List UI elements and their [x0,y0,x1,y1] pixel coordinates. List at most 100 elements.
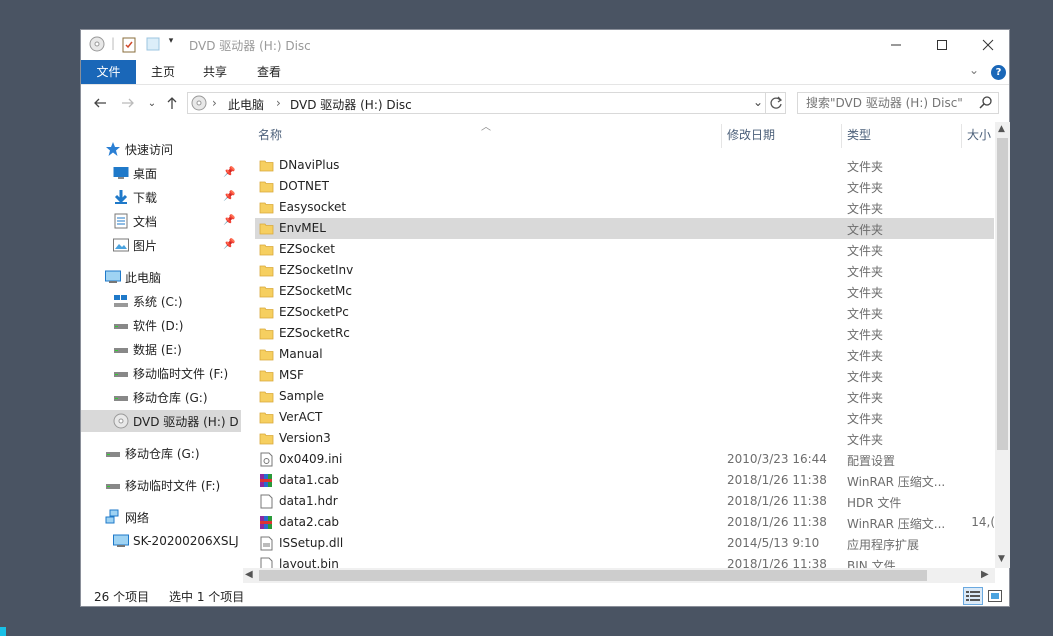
maximize-button[interactable] [919,30,965,60]
dvd-drive-icon[interactable] [89,36,105,52]
nav-drive-g[interactable]: 移动仓库 (G:) [81,386,241,408]
file-row[interactable]: EZSocketMc 文件夹 [255,281,994,302]
file-row[interactable]: EnvMEL 文件夹 [255,218,994,239]
minimize-button[interactable] [873,30,919,60]
file-type: 文件夹 [847,265,884,279]
pin-icon[interactable]: 📌 [223,167,235,178]
scroll-left-icon[interactable]: ◀ [245,569,253,580]
file-row[interactable]: EZSocketRc 文件夹 [255,323,994,344]
tab-home[interactable]: 主页 [139,60,187,84]
file-name: VerACT [279,410,323,424]
column-header-date[interactable]: 修改日期 [727,126,775,146]
nav-label: 数据 (E:) [133,342,182,357]
details-view-button[interactable] [963,587,983,605]
nav-drive-h[interactable]: DVD 驱动器 (H:) D [81,410,241,432]
chevron-down-icon[interactable]: ▾ [165,36,177,46]
tab-share[interactable]: 共享 [191,60,239,84]
file-name: DNaviPlus [279,158,340,172]
file-row[interactable]: Manual 文件夹 [255,344,994,365]
column-divider[interactable] [961,124,962,148]
scroll-right-icon[interactable]: ▶ [981,569,989,580]
folder-icon [259,242,274,257]
search-icon[interactable] [979,95,993,114]
nav-network[interactable]: 网络 [81,506,241,528]
up-button[interactable] [163,93,181,113]
nav-this-pc[interactable]: 此电脑 [81,266,241,288]
new-folder-icon[interactable] [145,36,161,52]
folder-icon [259,179,274,194]
nav-quick-access[interactable]: 快速访问 [81,138,241,160]
file-row[interactable]: MSF 文件夹 [255,365,994,386]
file-row[interactable]: DNaviPlus 文件夹 [255,155,994,176]
help-icon[interactable]: ? [991,65,1006,80]
file-type: HDR 文件 [847,496,902,510]
file-row[interactable]: 0x0409.ini 2010/3/23 16:44 配置设置 [255,449,994,470]
nav-drive-d[interactable]: 软件 (D:) [81,314,241,336]
column-header-type[interactable]: 类型 [847,126,871,146]
pin-icon[interactable]: 📌 [223,191,235,202]
back-button[interactable] [91,93,109,113]
nav-label: SK-20200206XSLJ [133,534,239,548]
breadcrumb-current[interactable]: DVD 驱动器 (H:) Disc [290,96,412,113]
recent-locations-button[interactable]: ⌄ [143,93,161,113]
file-row[interactable]: DOTNET 文件夹 [255,176,994,197]
tab-file[interactable]: 文件 [81,60,136,84]
nav-pinned-desktop[interactable]: 桌面 📌 [81,162,241,184]
address-dropdown-icon[interactable]: ⌄ [753,95,763,109]
column-header-size[interactable]: 大小 [967,126,991,146]
breadcrumb-separator[interactable]: › [276,96,281,110]
file-row[interactable]: data2.cab 2018/1/26 11:38 WinRAR 压缩文... 14,… [255,512,995,533]
column-divider[interactable] [841,124,842,148]
scroll-down-icon[interactable]: ▼ [998,554,1005,564]
nav-pinned-downloads[interactable]: 下载 📌 [81,186,241,208]
breadcrumb-separator[interactable]: › [212,96,217,110]
nav-removable-g[interactable]: 移动仓库 (G:) [81,442,241,464]
file-row[interactable]: EZSocketInv 文件夹 [255,260,994,281]
properties-icon[interactable] [121,36,137,54]
file-row[interactable]: ISSetup.dll 2014/5/13 9:10 应用程序扩展 [255,533,994,554]
nav-removable-f[interactable]: 移动临时文件 (F:) [81,474,241,496]
nav-pinned-documents[interactable]: 文档 📌 [81,210,241,232]
close-button[interactable] [965,30,1011,60]
pin-icon[interactable]: 📌 [223,239,235,250]
refresh-icon[interactable] [769,95,783,114]
nav-label: 系统 (C:) [133,294,183,309]
file-row[interactable]: EZSocketPc 文件夹 [255,302,994,323]
file-row[interactable]: data1.cab 2018/1/26 11:38 WinRAR 压缩文... [255,470,994,491]
file-date: 2018/1/26 11:38 [727,494,827,508]
file-date: 2018/1/26 11:38 [727,515,827,529]
large-icons-view-button[interactable] [985,587,1005,605]
pin-icon[interactable]: 📌 [223,215,235,226]
nav-pinned-pictures[interactable]: 图片 📌 [81,234,241,256]
file-row[interactable]: Version3 文件夹 [255,428,994,449]
nav-drive-c[interactable]: 系统 (C:) [81,290,241,312]
expand-ribbon-icon[interactable]: ⌄ [969,63,979,77]
scroll-up-icon[interactable]: ▲ [998,124,1005,134]
forward-button[interactable] [119,93,137,113]
vertical-scrollbar[interactable]: ▲ ▼ [995,122,1010,568]
file-row[interactable]: data1.hdr 2018/1/26 11:38 HDR 文件 [255,491,994,512]
vertical-scroll-thumb[interactable] [997,138,1008,450]
nav-drive-e[interactable]: 数据 (E:) [81,338,241,360]
search-box[interactable] [797,92,999,114]
file-row[interactable]: Sample 文件夹 [255,386,994,407]
address-box[interactable]: › 此电脑 › DVD 驱动器 (H:) Disc ⌄ [187,92,786,114]
file-type: 文件夹 [847,286,884,300]
file-row[interactable]: VerACT 文件夹 [255,407,994,428]
screen-corner-marker [0,627,6,636]
horizontal-scrollbar[interactable]: ◀ ▶ [243,568,995,583]
file-type: 文件夹 [847,349,884,363]
nav-network-computer[interactable]: SK-20200206XSLJ [81,530,241,552]
file-row[interactable]: EZSocket 文件夹 [255,239,994,260]
horizontal-scroll-thumb[interactable] [259,570,927,581]
nav-drive-f[interactable]: 移动临时文件 (F:) [81,362,241,384]
tab-view[interactable]: 查看 [245,60,293,84]
network-icon [105,509,119,524]
breadcrumb-this-pc[interactable]: 此电脑 [228,96,264,113]
column-header-name[interactable]: 名称 [258,126,282,146]
column-divider[interactable] [721,124,722,148]
file-type: 文件夹 [847,391,884,405]
file-type: WinRAR 压缩文... [847,517,946,531]
search-input[interactable] [798,93,976,113]
file-row[interactable]: Easysocket 文件夹 [255,197,994,218]
